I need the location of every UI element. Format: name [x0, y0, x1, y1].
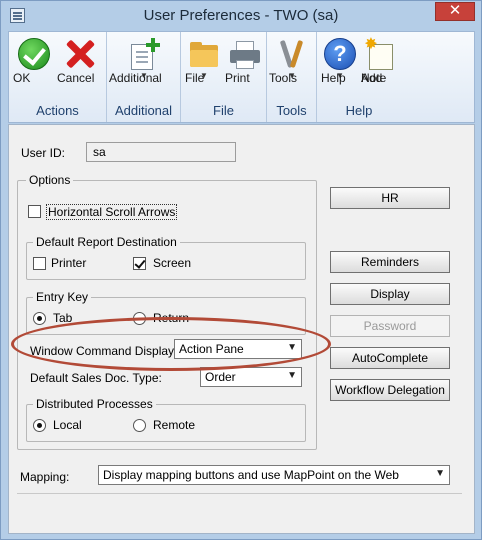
screen-checkbox[interactable] [133, 257, 146, 270]
entry-key-group: Entry Key Tab Return [26, 290, 306, 335]
add-note-button[interactable]: ✸ Add Note [361, 35, 399, 105]
tab-radio[interactable] [33, 312, 46, 325]
tools-button[interactable]: Tools ▼ [269, 35, 315, 105]
workflow-delegation-button[interactable]: Workflow Delegation [330, 379, 450, 401]
chevron-down-icon: ▼ [287, 370, 297, 381]
default-sales-doc-type-value: Order [205, 370, 236, 384]
add-note-label-line2: Note [361, 71, 387, 85]
horizontal-scroll-arrows-checkbox[interactable] [28, 205, 41, 218]
group-label-file: File [213, 103, 234, 118]
add-note-icon: ✸ [364, 36, 396, 70]
help-button[interactable]: ? Help ▼ [321, 35, 359, 105]
help-icon: ? [324, 38, 356, 70]
group-label-actions: Actions [36, 103, 79, 118]
group-label-tools: Tools [276, 103, 307, 118]
mapping-value: Display mapping buttons and use MapPoint… [103, 468, 399, 482]
mapping-label: Mapping: [20, 470, 70, 484]
group-additional: Additional ▼ Additional [107, 32, 181, 122]
local-radio[interactable] [33, 419, 46, 432]
help-label: Help [321, 71, 346, 85]
additional-icon [128, 38, 160, 70]
ok-label: OK [13, 71, 31, 85]
tab-label: Tab [53, 311, 73, 325]
tools-label: Tools [269, 71, 298, 85]
print-button[interactable]: Print [225, 35, 265, 105]
file-button[interactable]: File ▼ [185, 35, 223, 105]
file-label: File [185, 71, 205, 85]
preferences-panel: User ID: sa Options Horizontal Scroll Ar… [8, 124, 475, 534]
remote-radio[interactable] [133, 419, 146, 432]
options-group: Options Horizontal Scroll Arrows Default… [17, 173, 317, 450]
default-sales-doc-type-label: Default Sales Doc. Type: [30, 371, 162, 385]
return-radio[interactable] [133, 312, 146, 325]
action-pane-ribbon: OK Cancel Actions Additional ▼ Additiona… [8, 31, 475, 123]
password-button[interactable]: Password [330, 315, 450, 337]
mapping-select[interactable]: Display mapping buttons and use MapPoint… [98, 465, 450, 485]
print-label: Print [225, 71, 250, 85]
cancel-label: Cancel [57, 71, 95, 85]
folder-icon [188, 38, 220, 70]
local-label: Local [53, 418, 82, 432]
user-preferences-window: User Preferences - TWO (sa) ✕ OK Cancel … [0, 0, 482, 540]
default-report-destination-legend: Default Report Destination [33, 235, 180, 249]
star-icon: ✸ [364, 36, 378, 53]
distributed-processes-legend: Distributed Processes [33, 397, 156, 411]
divider [17, 493, 462, 494]
chevron-down-icon: ▼ [287, 342, 297, 353]
cancel-button[interactable]: Cancel [57, 35, 103, 105]
additional-label: Additional [109, 71, 162, 85]
ok-button[interactable]: OK [13, 35, 55, 105]
chevron-down-icon: ▼ [435, 468, 445, 479]
additional-button[interactable]: Additional ▼ [109, 35, 179, 105]
cancel-icon [64, 38, 96, 70]
return-label: Return [153, 311, 190, 325]
ok-icon [18, 38, 50, 70]
reminders-button[interactable]: Reminders [330, 251, 450, 273]
title-bar: User Preferences - TWO (sa) ✕ [1, 1, 481, 31]
group-actions: OK Cancel Actions [9, 32, 107, 122]
options-legend: Options [26, 173, 74, 187]
window-command-display-label: Window Command Display [30, 344, 175, 358]
window-command-display-select[interactable]: Action Pane ▼ [174, 339, 302, 359]
entry-key-legend: Entry Key [33, 290, 92, 304]
hr-button[interactable]: HR [330, 187, 450, 209]
display-button[interactable]: Display [330, 283, 450, 305]
close-button[interactable]: ✕ [435, 2, 475, 21]
printer-checkbox[interactable] [33, 257, 46, 270]
window-command-display-value: Action Pane [179, 342, 244, 356]
window-title: User Preferences - TWO (sa) [143, 7, 339, 24]
printer-label: Printer [51, 256, 87, 270]
screen-label: Screen [153, 256, 192, 270]
default-report-destination-group: Default Report Destination Printer Scree… [26, 235, 306, 280]
horizontal-scroll-arrows-label[interactable]: Horizontal Scroll Arrows [46, 204, 178, 220]
remote-label: Remote [153, 418, 196, 432]
tools-icon [276, 38, 308, 70]
group-file: File ▼ Print File [181, 32, 267, 122]
user-id-label: User ID: [21, 146, 66, 160]
group-label-additional: Additional [114, 103, 173, 118]
printer-icon [229, 38, 261, 70]
user-id-field: sa [86, 142, 236, 162]
distributed-processes-group: Distributed Processes Local Remote [26, 397, 306, 442]
autocomplete-button[interactable]: AutoComplete [330, 347, 450, 369]
group-label-help: Help [345, 103, 373, 118]
group-help: ? Help ▼ ✸ Add Note Help [317, 32, 401, 122]
group-tools: Tools ▼ Tools [267, 32, 317, 122]
default-sales-doc-type-select[interactable]: Order ▼ [200, 367, 302, 387]
